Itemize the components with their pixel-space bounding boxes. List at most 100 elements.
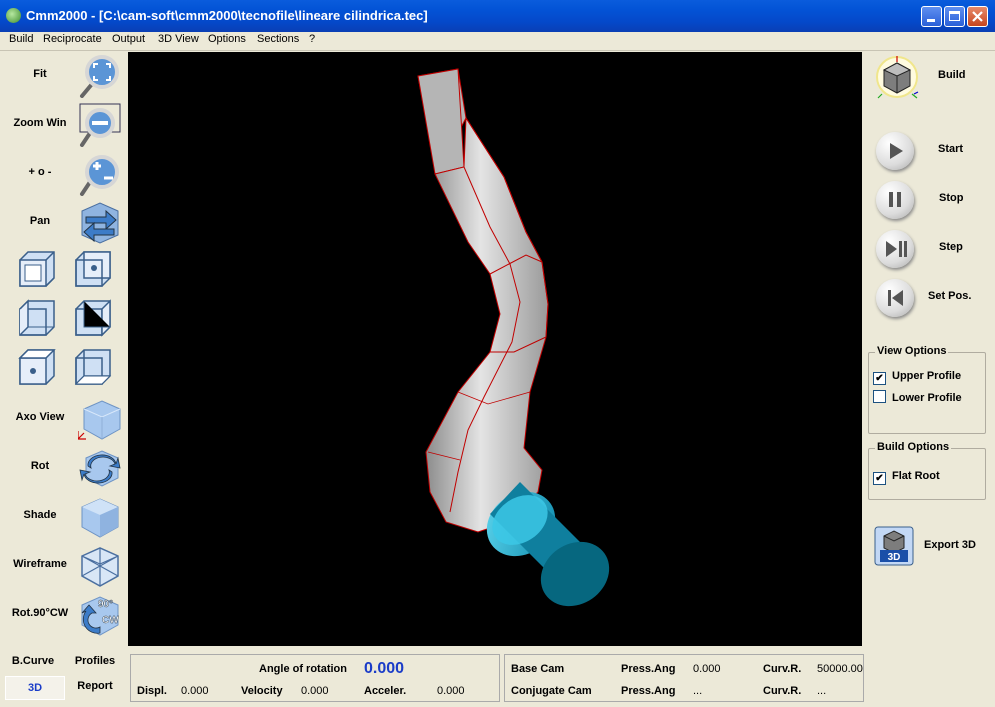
zoom-plus-minus-button[interactable]: + o - [4, 150, 126, 196]
report-button[interactable]: Report [66, 680, 124, 692]
lower-profile-checkbox[interactable]: Lower Profile [873, 390, 962, 404]
curv-conj-value: ... [817, 685, 827, 697]
displ-value: 0.000 [181, 685, 209, 697]
zoom-window-icon [79, 103, 121, 147]
export-3d-button[interactable]: 3D Export 3D [872, 524, 992, 570]
flat-root-check[interactable]: ✔ [873, 472, 886, 485]
cube-view-top-icon[interactable] [14, 346, 58, 390]
bcurve-button[interactable]: B.Curve [4, 655, 62, 667]
menu-help[interactable]: ? [309, 33, 315, 45]
menu-reciprocate[interactable]: Reciprocate [43, 33, 102, 45]
build-cube-icon [876, 56, 919, 99]
cube-view-bottom-icon[interactable] [70, 346, 114, 390]
right-panel: Build Start Stop Step Set Pos. View Opti… [866, 52, 992, 652]
menu-bar: Build Reciprocate Output 3D View Options… [0, 32, 995, 51]
rotate-90-cw-icon: 90° CW [81, 596, 119, 636]
app-icon[interactable] [6, 8, 21, 23]
stop-label: Stop [939, 192, 964, 204]
flat-root-label: Flat Root [892, 470, 940, 482]
title-bar: Cmm2000 - [C:\cam-soft\cmm2000\tecnofile… [0, 0, 995, 32]
menu-sections[interactable]: Sections [257, 33, 299, 45]
curv-conj-label: Curv.R. [763, 685, 802, 697]
cam-status-panel: Base Cam Press.Ang 0.000 Curv.R. 50000.0… [504, 654, 864, 702]
maximize-button[interactable] [944, 6, 965, 27]
rot90-label: Rot.90°CW [11, 607, 69, 619]
zoom-in-out-icon [80, 155, 119, 196]
lower-profile-check[interactable] [873, 390, 886, 403]
acceler-value: 0.000 [437, 685, 465, 697]
menu-build[interactable]: Build [9, 33, 33, 45]
minimize-button[interactable] [921, 6, 942, 27]
flat-root-checkbox[interactable]: ✔ Flat Root [873, 470, 940, 485]
zoom-fit-icon [80, 55, 119, 98]
cam-3d-model [417, 68, 610, 607]
zoom-win-label: Zoom Win [13, 117, 67, 129]
pan-arrows-icon [81, 202, 119, 244]
shade-button[interactable]: Shade [4, 493, 126, 539]
close-button[interactable] [967, 6, 988, 27]
cube-view-back-icon[interactable] [70, 248, 114, 292]
shade-label: Shade [23, 509, 57, 521]
acceler-label: Acceler. [364, 685, 407, 697]
menu-output[interactable]: Output [112, 33, 145, 45]
lower-profile-label: Lower Profile [892, 392, 962, 404]
mode-buttons: B.Curve Profiles 3D Report [4, 650, 126, 702]
export-3d-label: Export 3D [924, 539, 976, 551]
build-button[interactable]: Build [870, 54, 990, 100]
velocity-value: 0.000 [301, 685, 329, 697]
step-icon [876, 230, 914, 268]
stop-button[interactable]: Stop [870, 177, 990, 223]
step-label: Step [939, 241, 963, 253]
profiles-button[interactable]: Profiles [66, 655, 124, 667]
axo-view-label: Axo View [15, 411, 65, 423]
press-ang-base-value: 0.000 [693, 663, 721, 675]
curv-base-value: 50000.00 [817, 663, 863, 675]
export-badge: 3D [888, 552, 901, 563]
cube-view-front-icon[interactable] [14, 248, 58, 292]
wireframe-button[interactable]: Wireframe [4, 542, 126, 588]
3d-mode-button[interactable]: 3D [5, 676, 65, 700]
wireframe-cube-icon [81, 547, 119, 587]
play-icon [876, 132, 914, 170]
view-options-title: View Options [875, 345, 949, 357]
pan-label: Pan [29, 215, 51, 227]
press-ang-conj-label: Press.Ang [621, 685, 676, 697]
menu-3d-view[interactable]: 3D View [158, 33, 199, 45]
rewind-icon [876, 279, 914, 317]
cube-view-left-icon[interactable] [14, 297, 58, 341]
shaded-cube-icon [81, 498, 119, 538]
press-ang-conj-value: ... [693, 685, 703, 697]
wireframe-label: Wireframe [13, 558, 67, 570]
build-label: Build [938, 69, 966, 81]
menu-options[interactable]: Options [208, 33, 246, 45]
rot90-badge-top: 90° [98, 599, 113, 610]
upper-profile-check[interactable]: ✔ [873, 372, 886, 385]
zoom-window-button[interactable]: Zoom Win [4, 101, 126, 147]
left-toolbar: Fit Zoom Win + o - Pan Axo View Rot Shad… [4, 52, 126, 646]
rot-label: Rot [30, 460, 50, 472]
angle-label: Angle of rotation [259, 663, 347, 675]
velocity-label: Velocity [241, 685, 283, 697]
cube-view-right-icon[interactable] [70, 297, 114, 341]
upper-profile-checkbox[interactable]: ✔ Upper Profile [873, 370, 961, 385]
pan-button[interactable]: Pan [4, 199, 126, 245]
axo-view-button[interactable]: Axo View [4, 395, 126, 441]
window-title: Cmm2000 - [C:\cam-soft\cmm2000\tecnofile… [26, 8, 428, 23]
export-3d-icon: 3D [874, 526, 914, 566]
set-pos-label: Set Pos. [928, 290, 972, 302]
pause-icon [876, 181, 914, 219]
zoom-plus-minus-label: + o - [28, 166, 52, 178]
press-ang-base-label: Press.Ang [621, 663, 676, 675]
build-options-title: Build Options [875, 441, 952, 453]
rot90-badge-bottom: CW [102, 615, 119, 626]
step-button[interactable]: Step [870, 226, 990, 272]
rotate-button[interactable]: Rot [4, 444, 126, 490]
rotate-cube-icon [79, 450, 121, 487]
fit-button[interactable]: Fit [4, 52, 126, 98]
curv-base-label: Curv.R. [763, 663, 802, 675]
set-position-button[interactable]: Set Pos. [870, 275, 990, 321]
rotate-90-cw-button[interactable]: Rot.90°CW 90° CW [4, 591, 126, 637]
build-options-group: Build Options ✔ Flat Root [868, 441, 986, 500]
start-button[interactable]: Start [870, 128, 990, 174]
3d-viewport[interactable] [128, 52, 862, 646]
